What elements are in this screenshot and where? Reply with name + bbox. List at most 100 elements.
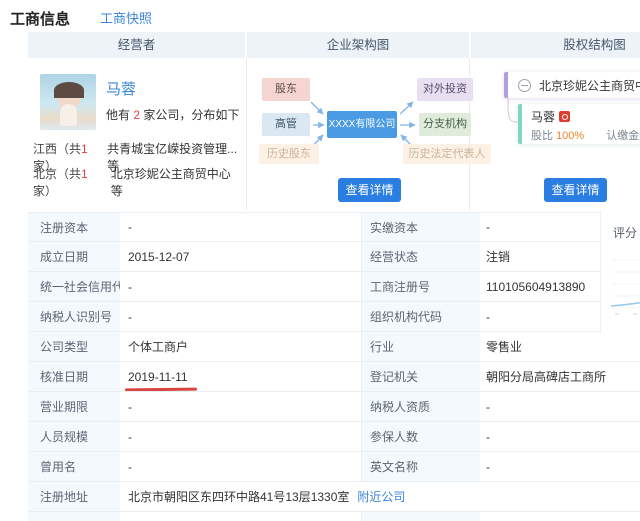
- table-row: 营业期限 - 纳税人资质 -: [28, 392, 640, 422]
- row-value: 零售业: [480, 332, 640, 361]
- detail-table: 注册资本 - 实缴资本 - 成立日期 2015-12-07 经营状态 注销 统一…: [28, 212, 640, 521]
- business-snapshot-link[interactable]: 工商快照: [100, 8, 152, 35]
- summary-suffix: 家公司，分布如下: [140, 108, 239, 122]
- node-history-shareholders[interactable]: 历史股东: [259, 144, 319, 164]
- address-cell: 北京市朝阳区东四环中路41号13层1330室 附近公司: [120, 482, 640, 511]
- ratio-value: 100%: [556, 130, 584, 142]
- section-header-row: 经营者 企业架构图 股权结构图: [28, 32, 640, 58]
- org-chart-detail-button[interactable]: 查看详情: [338, 178, 401, 202]
- equity-child-body: 马蓉 股比 100% 认缴金额: [522, 104, 640, 144]
- table-row: 公司类型 个体工商户 行业 零售业: [28, 332, 640, 362]
- region-pre: 江西（共: [33, 142, 81, 156]
- page-title: 工商信息: [10, 8, 70, 29]
- operator-name-link[interactable]: 马蓉: [106, 78, 136, 99]
- equity-child-node[interactable]: 马蓉 股比 100% 认缴金额: [518, 104, 640, 144]
- row-value: 2019-11-11: [120, 362, 362, 391]
- row-label: 英文名称: [362, 452, 480, 481]
- node-shareholders[interactable]: 股东: [262, 78, 310, 101]
- row-label: 组织机构代码: [362, 302, 480, 331]
- row-value: -: [480, 452, 640, 481]
- equity-panel: 北京珍妮公主商贸中心 马蓉 股比 100% 认缴金额 查看详情: [470, 58, 640, 210]
- summary-prefix: 他有: [106, 108, 133, 122]
- header-org-chart: 企业架构图: [247, 32, 469, 58]
- row-value: 2015-12-07: [120, 242, 362, 271]
- row-label: 核准日期: [28, 362, 120, 391]
- row-value: -: [480, 392, 640, 421]
- approval-date-red-underline: 2019-11-11: [128, 370, 188, 384]
- red-stamp-icon: [559, 111, 570, 122]
- region-suf: 家）: [33, 184, 57, 198]
- purple-accent-bar: [504, 72, 508, 98]
- region-label: 北京（共1 家）: [33, 165, 111, 199]
- row-label: 工商注册号: [362, 272, 480, 301]
- table-row-approval-date: 核准日期 2019-11-11 登记机关 朝阳分局高碑店工商所: [28, 362, 640, 392]
- row-value: -: [120, 452, 362, 481]
- operator-panel: 马蓉 他有 2 家公司，分布如下 江西（共1家） 共青城宝亿嵘投资管理...等 …: [28, 58, 247, 210]
- row-label: 经营状态: [362, 242, 480, 271]
- region-row-beijing: 北京（共1 家） 北京珍妮公主商贸中心等: [33, 165, 241, 199]
- region-pre: 北京（共: [33, 167, 81, 181]
- table-row: 曾用名 - 英文名称 -: [28, 452, 640, 482]
- header-operator: 经营者: [28, 32, 245, 58]
- row-value: -: [120, 302, 362, 331]
- row-label: 行业: [362, 332, 480, 361]
- row-value: -: [120, 272, 362, 301]
- operator-summary: 他有 2 家公司，分布如下: [106, 106, 239, 123]
- org-chart-panel: 股东 高管 历史股东 XXXX有限公司 对外投资 分支机构 历史法定代表人 查看…: [247, 58, 470, 210]
- row-label: 曾用名: [28, 452, 120, 481]
- holder-line: 马蓉: [531, 108, 640, 125]
- title-bar: 工商信息 工商快照: [10, 8, 152, 35]
- score-label: 评分: [613, 224, 637, 241]
- row-label: [362, 512, 480, 521]
- row-label: [28, 512, 120, 521]
- table-row: 统一社会信用代码 - 工商注册号 110105604913890: [28, 272, 640, 302]
- row-value: [120, 512, 362, 521]
- nearby-companies-link[interactable]: 附近公司: [357, 488, 405, 505]
- node-branches[interactable]: 分支机构: [419, 113, 471, 136]
- row-value: 个体工商户: [120, 332, 362, 361]
- score-trend-chart: [607, 248, 640, 326]
- region-count: 1: [81, 167, 88, 181]
- row-label: 纳税人识别号: [28, 302, 120, 331]
- node-executives[interactable]: 高管: [262, 113, 310, 136]
- table-row: 成立日期 2015-12-07 经营状态 注销: [28, 242, 640, 272]
- region-count: 1: [81, 142, 88, 156]
- equity-root-node[interactable]: 北京珍妮公主商贸中心: [504, 72, 640, 98]
- collapse-minus-icon[interactable]: [518, 79, 531, 92]
- row-label: 实缴资本: [362, 213, 480, 241]
- row-value: -: [120, 213, 362, 241]
- business-info-page: 工商信息 工商快照 经营者 企业架构图 股权结构图 马蓉 他有 2 家公司，分布…: [0, 0, 640, 521]
- ratio-line: 股比 100% 认缴金额: [531, 127, 640, 143]
- row-label: 营业期限: [28, 392, 120, 421]
- table-row-partial: [28, 512, 640, 521]
- node-company[interactable]: XXXX有限公司: [327, 111, 397, 138]
- score-card: 评分: [600, 210, 640, 334]
- row-value: [480, 512, 640, 521]
- table-row: 纳税人识别号 - 组织机构代码 -: [28, 302, 640, 332]
- table-row-address: 注册地址 北京市朝阳区东四环中路41号13层1330室 附近公司: [28, 482, 640, 512]
- amount-label: 认缴金额: [606, 130, 640, 142]
- registered-address: 北京市朝阳区东四环中路41号13层1330室: [128, 488, 349, 505]
- row-label: 参保人数: [362, 422, 480, 451]
- row-value: 朝阳分局高碑店工商所: [480, 362, 640, 391]
- row-label: 纳税人资质: [362, 392, 480, 421]
- row-label: 统一社会信用代码: [28, 272, 120, 301]
- equity-root-company: 北京珍妮公主商贸中心: [539, 77, 640, 94]
- table-row: 注册资本 - 实缴资本 -: [28, 212, 640, 242]
- row-value: -: [480, 422, 640, 451]
- operator-avatar[interactable]: [40, 74, 96, 130]
- node-outbound-investment[interactable]: 对外投资: [417, 78, 473, 101]
- row-label: 人员规模: [28, 422, 120, 451]
- row-label: 成立日期: [28, 242, 120, 271]
- row-label: 注册地址: [28, 482, 120, 511]
- row-label: 公司类型: [28, 332, 120, 361]
- row-label: 登记机关: [362, 362, 480, 391]
- table-row: 人员规模 - 参保人数 -: [28, 422, 640, 452]
- row-value: -: [120, 392, 362, 421]
- holder-name: 马蓉: [531, 108, 555, 125]
- equity-detail-button[interactable]: 查看详情: [544, 178, 607, 202]
- row-label: 注册资本: [28, 213, 120, 241]
- ratio-label: 股比: [531, 130, 556, 142]
- region-companies: 北京珍妮公主商贸中心等: [111, 165, 241, 199]
- row-value: -: [120, 422, 362, 451]
